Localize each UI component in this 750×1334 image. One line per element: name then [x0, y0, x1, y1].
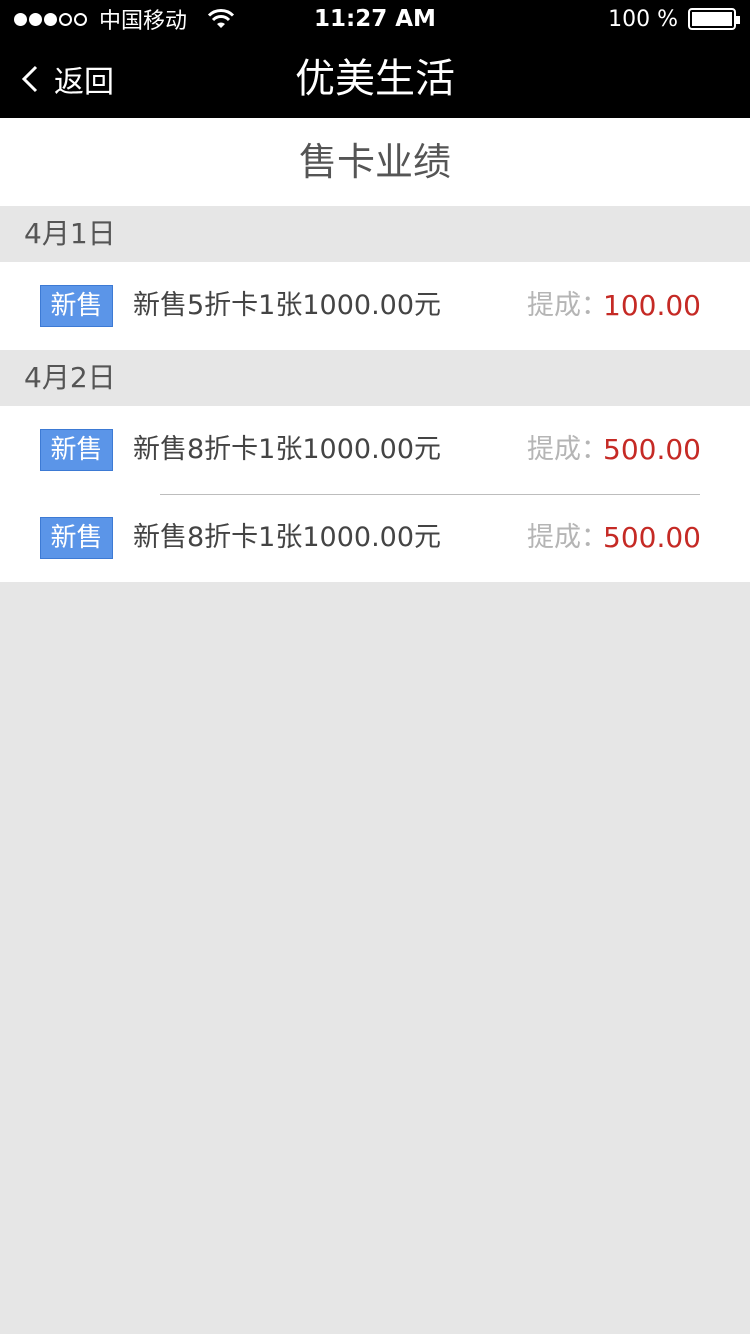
sales-record-row[interactable]: 新售 新售8折卡1张1000.00元 提成： 500.00: [0, 494, 750, 582]
back-label: 返回: [54, 65, 114, 100]
commission-value: 500.00: [603, 433, 701, 466]
record-description: 新售5折卡1张1000.00元: [133, 290, 442, 321]
battery-percent: 100 %: [608, 6, 678, 32]
nav-bar: 返回 优美生活: [0, 40, 750, 118]
date-group: 4月1日 新售 新售5折卡1张1000.00元 提成： 100.00: [0, 206, 750, 350]
record-group: 新售 新售8折卡1张1000.00元 提成： 500.00 新售 新售8折卡1张…: [0, 406, 750, 582]
new-sale-badge: 新售: [40, 285, 113, 327]
sales-record-row[interactable]: 新售 新售8折卡1张1000.00元 提成： 500.00: [0, 406, 750, 494]
commission-label: 提成：: [527, 290, 608, 321]
new-sale-badge: 新售: [40, 429, 113, 471]
new-sale-badge: 新售: [40, 517, 113, 559]
chevron-left-icon: [21, 65, 38, 93]
commission-value: 500.00: [603, 521, 701, 554]
page-subtitle: 售卡业绩: [0, 118, 750, 206]
back-button[interactable]: 返回: [20, 40, 114, 118]
commission-value: 100.00: [603, 289, 701, 322]
status-bar: 中国移动 11:27 AM 100 %: [0, 0, 750, 40]
record-description: 新售8折卡1张1000.00元: [133, 522, 442, 553]
battery-icon: [688, 8, 740, 30]
record-group: 新售 新售5折卡1张1000.00元 提成： 100.00: [0, 262, 750, 350]
date-group: 4月2日 新售 新售8折卡1张1000.00元 提成： 500.00 新售 新售…: [0, 350, 750, 582]
commission-label: 提成：: [527, 522, 608, 553]
status-right: 100 %: [608, 4, 740, 34]
date-header: 4月1日: [0, 206, 750, 262]
sales-record-row[interactable]: 新售 新售5折卡1张1000.00元 提成： 100.00: [0, 262, 750, 350]
date-header: 4月2日: [0, 350, 750, 406]
sales-list: 4月1日 新售 新售5折卡1张1000.00元 提成： 100.00 4月2日 …: [0, 206, 750, 582]
commission-label: 提成：: [527, 434, 608, 465]
record-description: 新售8折卡1张1000.00元: [133, 434, 442, 465]
